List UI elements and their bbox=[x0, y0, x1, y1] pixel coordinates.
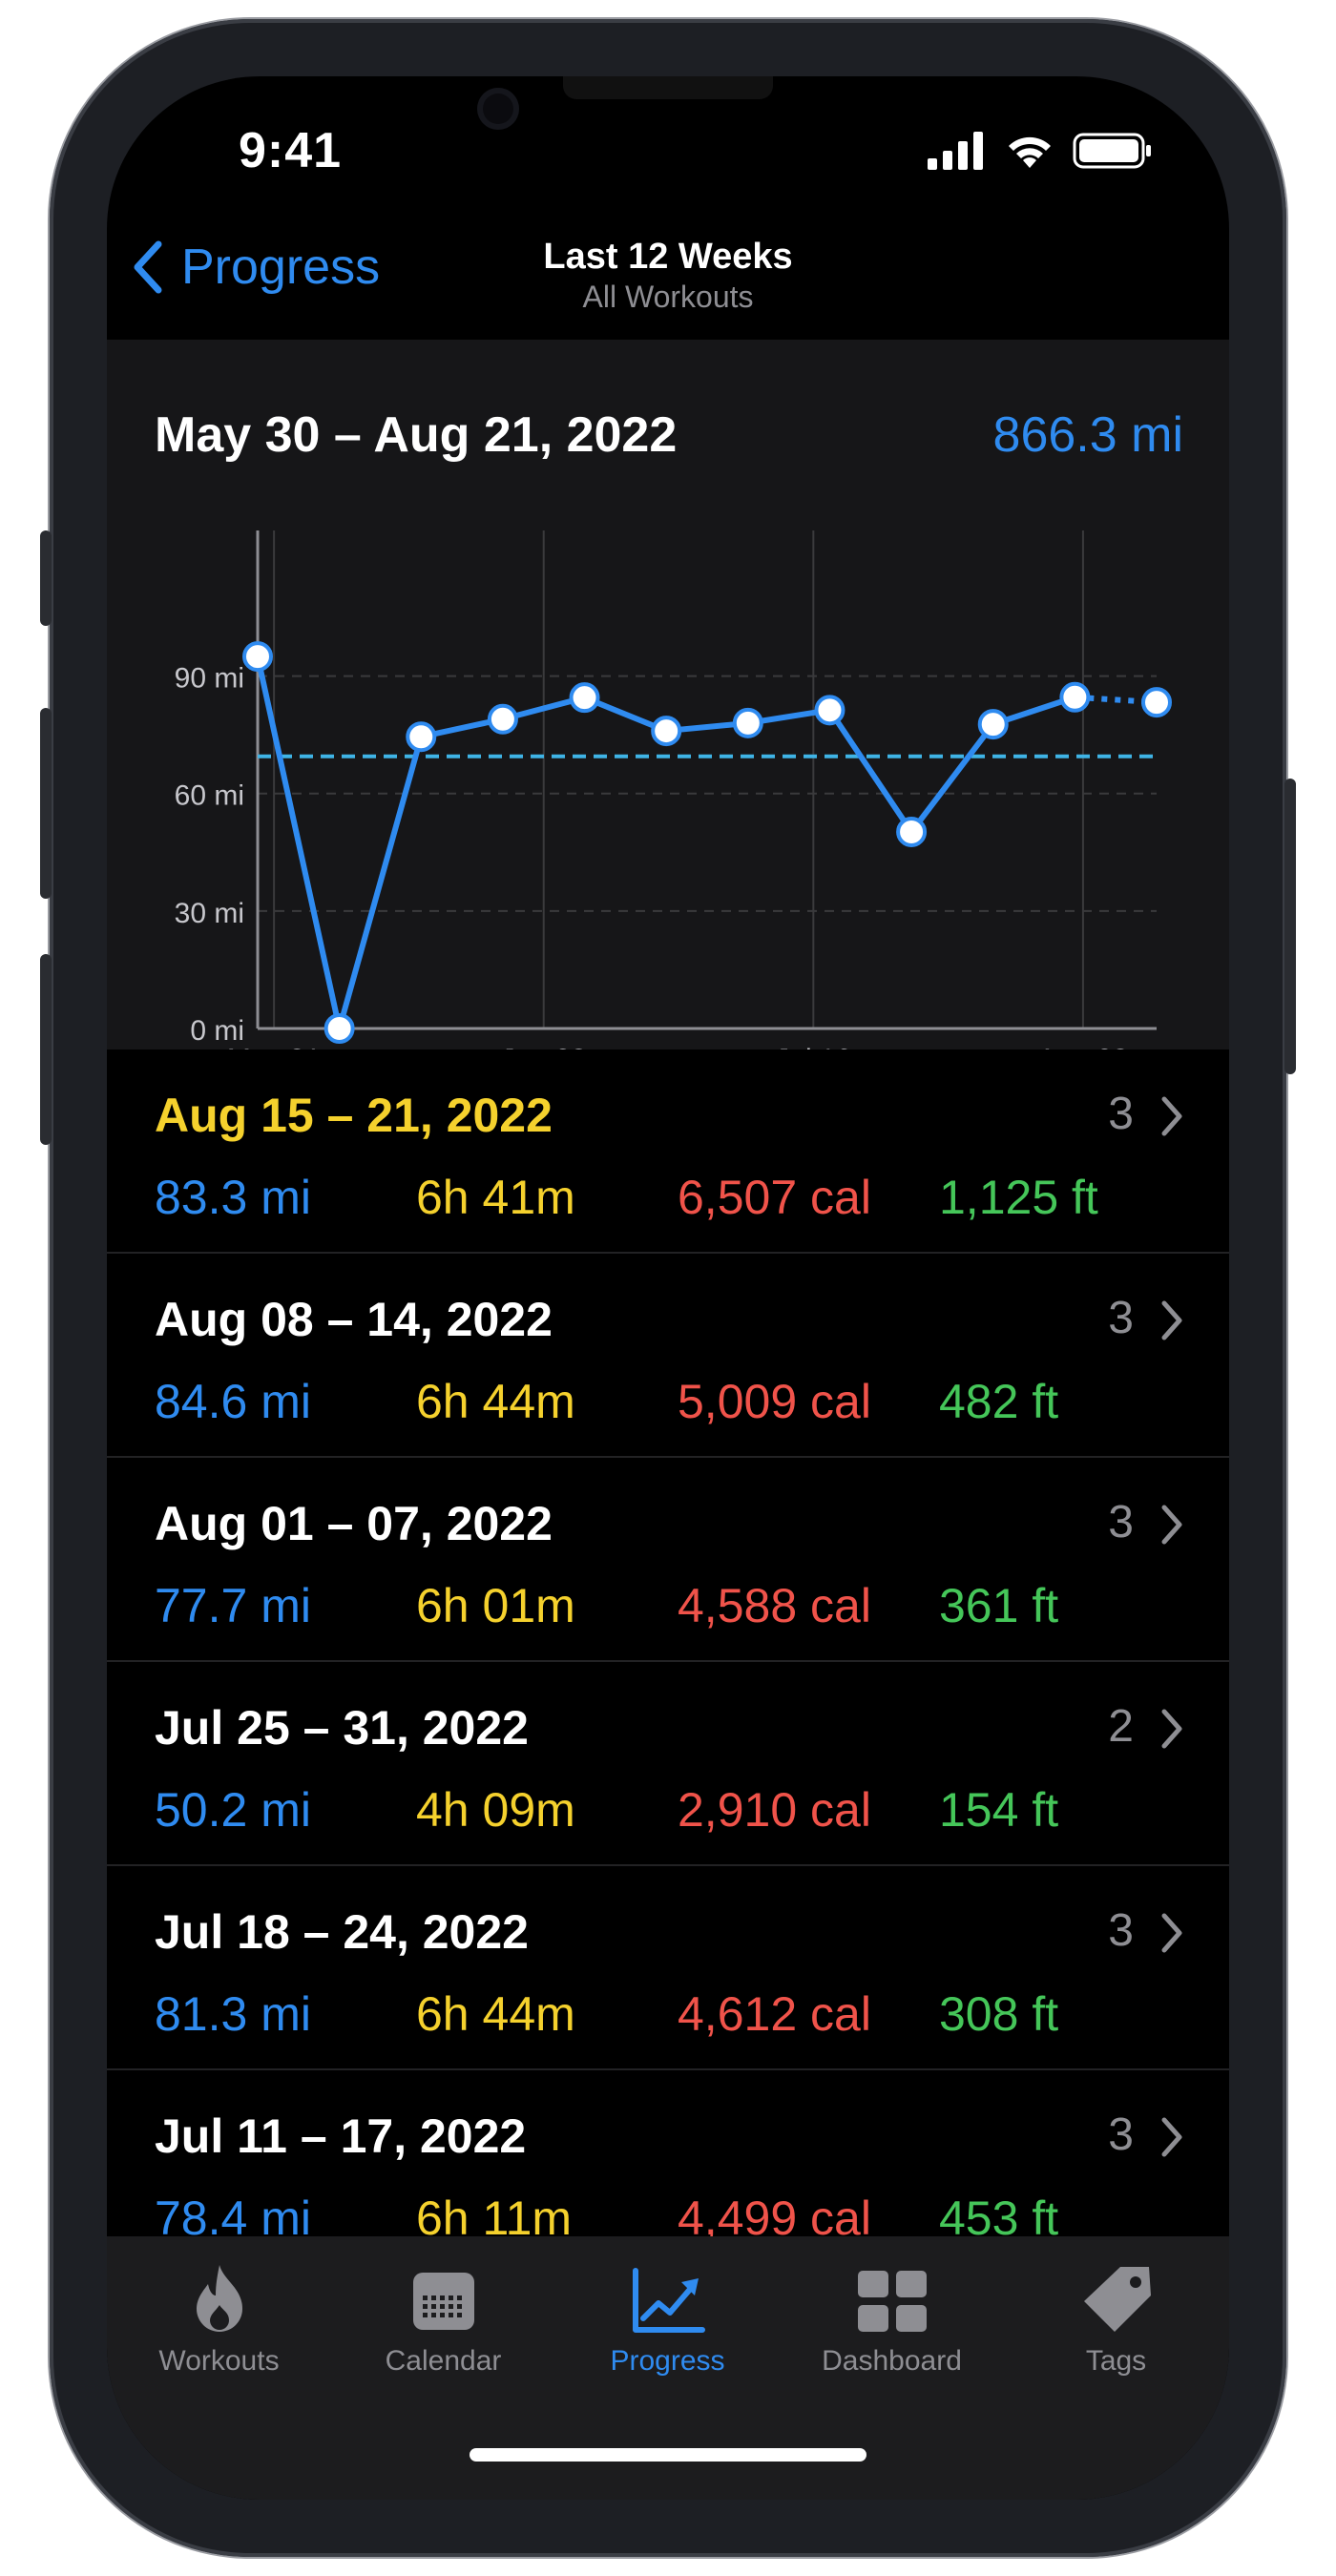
data-point[interactable] bbox=[1059, 681, 1091, 713]
week-date: Jul 11 – 17, 2022 bbox=[155, 2109, 527, 2163]
week-date: Jul 25 – 31, 2022 bbox=[155, 1701, 529, 1755]
status-icons bbox=[928, 132, 1153, 170]
chevron-right-icon bbox=[1161, 1300, 1182, 1340]
chevron-right-icon bbox=[1161, 1096, 1182, 1136]
y-tick-label: 30 mi bbox=[175, 898, 244, 929]
data-point[interactable] bbox=[487, 703, 518, 735]
tab-progress[interactable]: Progress bbox=[555, 2255, 780, 2378]
week-row[interactable]: Aug 08 – 14, 2022 3 84.6 mi 6h 44m 5,009 cal… bbox=[107, 1254, 1229, 1458]
screen: 9:41 Progress Last 12 Weeks All Workouts… bbox=[107, 76, 1229, 2500]
data-point[interactable] bbox=[324, 1013, 355, 1044]
week-distance: 77.7 mi bbox=[155, 1579, 311, 1632]
tab-label: Progress bbox=[610, 2345, 725, 2377]
week-distance: 81.3 mi bbox=[155, 1987, 311, 2041]
data-point[interactable] bbox=[1141, 687, 1172, 718]
week-distance: 83.3 mi bbox=[155, 1171, 311, 1224]
week-stats: 83.3 mi 6h 41m 6,507 cal 1,125 ft bbox=[155, 1170, 1204, 1227]
data-point[interactable] bbox=[814, 695, 845, 726]
week-row[interactable]: Jul 25 – 31, 2022 2 50.2 mi 4h 09m 2,910 cal… bbox=[107, 1662, 1229, 1866]
week-stats: 50.2 mi 4h 09m 2,910 cal 154 ft bbox=[155, 1782, 1204, 1839]
week-distance: 50.2 mi bbox=[155, 1783, 311, 1837]
tab-label: Workouts bbox=[158, 2345, 280, 2377]
week-row[interactable]: Jul 18 – 24, 2022 3 81.3 mi 6h 44m 4,612 cal… bbox=[107, 1866, 1229, 2070]
data-point[interactable] bbox=[651, 716, 682, 747]
page-title: Last 12 Weeks bbox=[543, 237, 793, 277]
page-subtitle: All Workouts bbox=[582, 280, 754, 314]
week-duration: 6h 44m bbox=[416, 1375, 575, 1428]
week-calories: 4,588 cal bbox=[678, 1579, 871, 1632]
tab-dashboard[interactable]: Dashboard bbox=[780, 2255, 1004, 2378]
week-elevation: 1,125 ft bbox=[939, 1171, 1098, 1224]
data-point[interactable] bbox=[977, 709, 1009, 740]
week-stats: 77.7 mi 6h 01m 4,588 cal 361 ft bbox=[155, 1578, 1204, 1635]
workout-count: 3 bbox=[1108, 1293, 1134, 1343]
workout-count: 3 bbox=[1108, 1905, 1134, 1956]
week-distance: 84.6 mi bbox=[155, 1375, 311, 1428]
week-calories: 5,009 cal bbox=[678, 1375, 871, 1428]
data-point[interactable] bbox=[732, 707, 763, 738]
battery-icon bbox=[1073, 133, 1151, 169]
tab-label: Tags bbox=[1085, 2345, 1147, 2377]
week-elevation: 154 ft bbox=[939, 1783, 1059, 1837]
y-tick-label: 0 mi bbox=[190, 1015, 244, 1047]
series-line bbox=[255, 655, 1076, 1031]
tab-tags[interactable]: Tags bbox=[1004, 2255, 1228, 2378]
calendar-icon bbox=[412, 2273, 474, 2330]
week-date: Jul 18 – 24, 2022 bbox=[155, 1905, 529, 1959]
week-list: Aug 15 – 21, 2022 3 83.3 mi 6h 41m 6,507 cal… bbox=[107, 1049, 1229, 2275]
tag-icon bbox=[1083, 2267, 1151, 2332]
distance-chart: 0 mi30 mi60 mi90 miMay 31Jun 23Jul 16Aug… bbox=[175, 530, 1172, 1049]
volume-up-button bbox=[40, 708, 52, 899]
chevron-right-icon bbox=[1161, 1505, 1182, 1545]
week-duration: 6h 01m bbox=[416, 1579, 575, 1632]
tab-calendar[interactable]: Calendar bbox=[331, 2255, 555, 2378]
week-duration: 6h 41m bbox=[416, 1171, 575, 1224]
week-calories: 6,507 cal bbox=[678, 1171, 871, 1224]
week-date: Aug 15 – 21, 2022 bbox=[155, 1089, 553, 1142]
status-time: 9:41 bbox=[239, 123, 343, 178]
week-stats: 84.6 mi 6h 44m 5,009 cal 482 ft bbox=[155, 1374, 1204, 1431]
flame-icon bbox=[196, 2265, 242, 2332]
data-point[interactable] bbox=[406, 721, 437, 753]
week-row[interactable]: Aug 15 – 21, 2022 3 83.3 mi 6h 41m 6,507 cal… bbox=[107, 1049, 1229, 1254]
week-row[interactable]: Aug 01 – 07, 2022 3 77.7 mi 6h 01m 4,588 cal… bbox=[107, 1458, 1229, 1662]
week-elevation: 308 ft bbox=[939, 1987, 1059, 2041]
chart-icon bbox=[632, 2268, 705, 2333]
week-duration: 4h 09m bbox=[416, 1783, 575, 1837]
grid-icon bbox=[857, 2271, 927, 2332]
data-point[interactable] bbox=[242, 641, 273, 673]
chevron-right-icon bbox=[1161, 2117, 1182, 2157]
data-point[interactable] bbox=[896, 816, 928, 847]
week-calories: 4,612 cal bbox=[678, 1987, 871, 2041]
week-stats: 81.3 mi 6h 44m 4,612 cal 308 ft bbox=[155, 1986, 1204, 2044]
workout-count: 3 bbox=[1108, 2109, 1134, 2160]
week-duration: 6h 44m bbox=[416, 1987, 575, 2041]
cellular-signal-icon bbox=[928, 132, 983, 170]
chevron-right-icon bbox=[1161, 1913, 1182, 1953]
volume-down-button bbox=[40, 954, 52, 1145]
home-indicator[interactable] bbox=[470, 2448, 866, 2462]
action-button bbox=[40, 530, 52, 626]
week-elevation: 482 ft bbox=[939, 1375, 1059, 1428]
chart-card[interactable]: May 30 – Aug 21, 2022 866.3 mi 0 mi 30 mi… bbox=[107, 340, 1229, 1049]
tab-label: Dashboard bbox=[822, 2345, 962, 2377]
wifi-icon bbox=[1009, 136, 1051, 168]
nav-title: Last 12 Weeks All Workouts bbox=[107, 237, 1229, 315]
speaker-notch bbox=[563, 76, 773, 99]
power-button bbox=[1284, 779, 1296, 1074]
front-camera bbox=[477, 88, 519, 130]
y-tick-label: 60 mi bbox=[175, 780, 244, 812]
week-calories: 2,910 cal bbox=[678, 1783, 871, 1837]
y-tick-label: 90 mi bbox=[175, 663, 244, 695]
tab-workouts[interactable]: Workouts bbox=[107, 2255, 331, 2378]
chevron-right-icon bbox=[1161, 1709, 1182, 1749]
workout-count: 3 bbox=[1108, 1089, 1134, 1139]
data-point[interactable] bbox=[569, 682, 600, 714]
tab-label: Calendar bbox=[385, 2345, 502, 2377]
week-date: Aug 08 – 14, 2022 bbox=[155, 1293, 553, 1346]
week-elevation: 361 ft bbox=[939, 1579, 1059, 1632]
week-date: Aug 01 – 07, 2022 bbox=[155, 1497, 553, 1550]
workout-count: 2 bbox=[1108, 1701, 1134, 1752]
workout-count: 3 bbox=[1108, 1497, 1134, 1548]
